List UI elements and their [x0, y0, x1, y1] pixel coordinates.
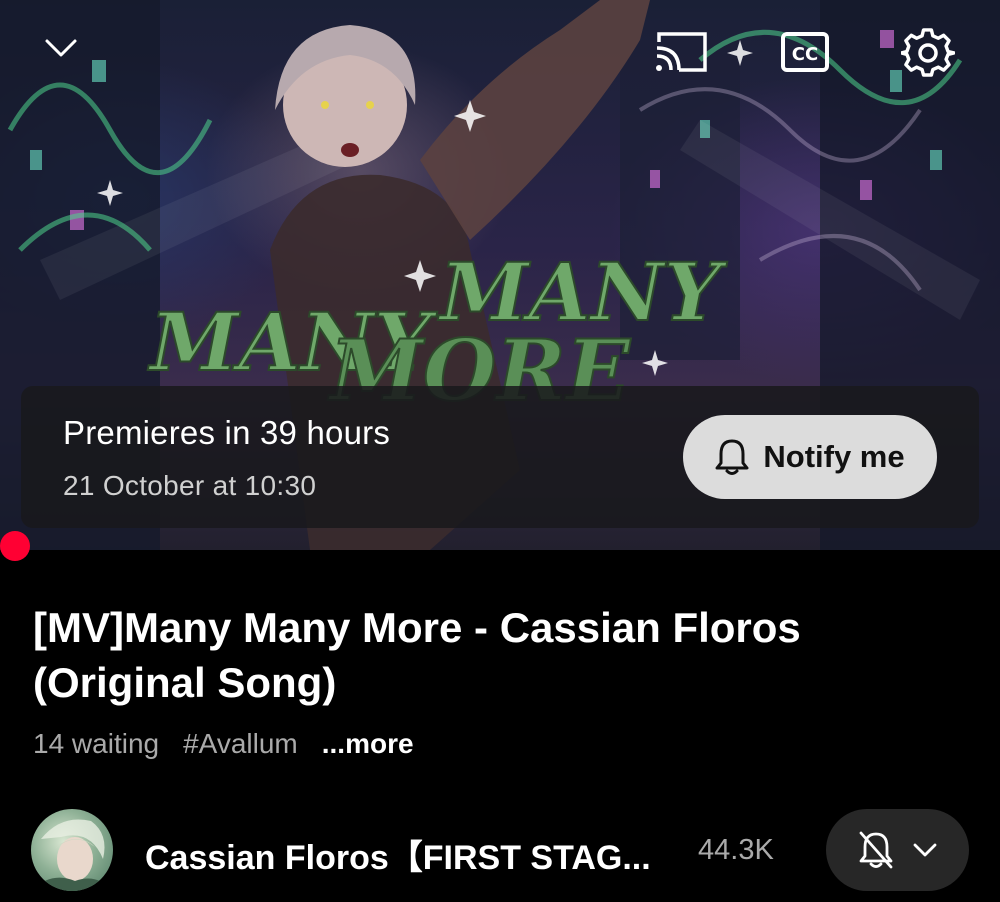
collapse-button[interactable] [38, 28, 84, 68]
captions-label: CC [792, 44, 818, 65]
subscriber-count: 44.3K [698, 834, 774, 866]
notify-me-label: Notify me [763, 439, 905, 474]
channel-name[interactable]: Cassian Floros【FIRST STAG... [145, 830, 651, 879]
bell-icon [715, 439, 749, 475]
video-meta[interactable]: 14 waiting #Avallum ...more [33, 728, 414, 760]
premiere-countdown: Premieres in 39 hours [63, 414, 391, 451]
cast-button[interactable] [652, 28, 710, 76]
avatar-image [31, 819, 113, 891]
cast-icon [656, 32, 707, 72]
subscribed-notifications-button[interactable] [826, 809, 969, 891]
show-more-link[interactable]: ...more [322, 728, 414, 760]
chevron-down-icon [913, 843, 936, 857]
video-player[interactable]: MANY MANY MORE CC Premieres in 39 hours … [0, 0, 1000, 550]
captions-button[interactable]: CC [780, 30, 830, 74]
channel-row: Cassian Floros【FIRST STAG... 44.3K [0, 806, 1000, 896]
settings-button[interactable] [900, 26, 956, 80]
captions-icon: CC [781, 32, 829, 72]
channel-avatar[interactable] [31, 809, 113, 891]
gear-icon [901, 28, 955, 77]
progress-scrubber[interactable] [0, 531, 30, 561]
hashtag-link[interactable]: #Avallum [183, 728, 298, 760]
waiting-count: 14 waiting [33, 728, 160, 759]
bell-off-icon [859, 831, 892, 869]
premiere-card: Premieres in 39 hours 21 October at 10:3… [21, 386, 979, 528]
video-title[interactable]: [MV]Many Many More - Cassian Floros (Ori… [33, 600, 933, 710]
chevron-down-icon [45, 39, 77, 57]
premiere-date: 21 October at 10:30 [63, 470, 317, 501]
notify-me-button[interactable]: Notify me [683, 415, 937, 499]
